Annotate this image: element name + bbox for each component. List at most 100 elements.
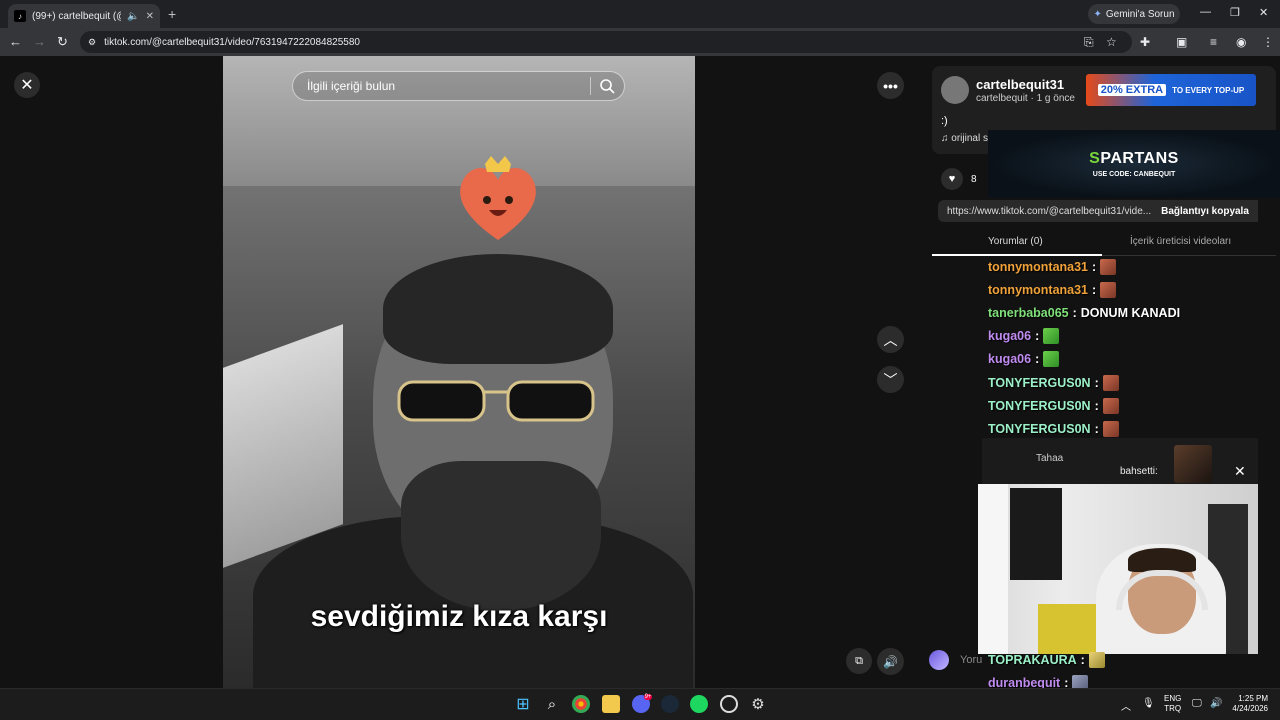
ad-code-label: USE CODE: CANBEQUIT bbox=[1092, 171, 1176, 178]
mention-notification[interactable] bbox=[982, 438, 1258, 484]
video-subtitle: sevdiğimiz kıza karşı bbox=[310, 600, 608, 633]
chrome-icon[interactable] bbox=[572, 695, 590, 713]
discord-icon[interactable]: 9+ bbox=[632, 694, 653, 713]
chat-username[interactable]: tanerbaba065 bbox=[988, 306, 1069, 320]
lang-top: ENG bbox=[1164, 694, 1182, 703]
network-icon[interactable]: 🖵 bbox=[1192, 698, 1202, 709]
ad-extra-label: 20% EXTRA bbox=[1097, 84, 1167, 96]
tab-creator-videos[interactable]: İçerik üreticisi videoları bbox=[1130, 236, 1231, 247]
site-info-icon[interactable]: ⚙ bbox=[88, 37, 96, 48]
clock[interactable]: 1:25 PM 4/24/2026 bbox=[1228, 694, 1268, 714]
chat-username[interactable]: tonnymontana31 bbox=[988, 260, 1088, 274]
chevron-up-icon: ︿ bbox=[883, 331, 898, 348]
chat-username[interactable]: kuga06 bbox=[988, 329, 1031, 343]
video-link-text: https://www.tiktok.com/@cartelbequit31/v… bbox=[947, 205, 1152, 217]
search-icon[interactable] bbox=[599, 78, 615, 94]
clock-date: 4/24/2026 bbox=[1232, 704, 1268, 713]
heart-icon[interactable]: ♥ bbox=[941, 168, 963, 190]
nickname-meta: cartelbequit · 1 g önce bbox=[976, 93, 1075, 104]
new-tab-button[interactable]: + bbox=[168, 6, 176, 22]
search-taskbar-icon[interactable]: ⌕ bbox=[543, 695, 561, 713]
chat-emote-icon bbox=[1102, 420, 1119, 437]
notification-close-icon[interactable]: ✕ bbox=[1234, 463, 1246, 480]
ellipsis-icon: ••• bbox=[883, 77, 898, 94]
search-divider bbox=[590, 77, 591, 95]
next-video-button[interactable]: ﹀ bbox=[877, 366, 904, 393]
url-field[interactable]: ⚙ tiktok.com/@cartelbequit31/video/76319… bbox=[80, 31, 1132, 53]
volume-icon: 🔊 bbox=[883, 654, 898, 669]
related-search-input[interactable]: İlgili içeriği bulun bbox=[292, 71, 625, 101]
bookmark-star-icon[interactable]: ☆ bbox=[1106, 35, 1117, 49]
chat-emote-icon bbox=[1102, 397, 1119, 414]
steam-icon[interactable] bbox=[661, 695, 679, 713]
close-window-icon[interactable]: ✕ bbox=[1259, 6, 1268, 19]
speaker-tray-icon[interactable]: 🔊 bbox=[1210, 698, 1222, 709]
url-text: tiktok.com/@cartelbequit31/video/7631947… bbox=[104, 36, 360, 48]
gemini-label: Gemini'a Sorun bbox=[1105, 8, 1175, 20]
like-row: ♥ 8 bbox=[941, 168, 977, 190]
chat-separator: : bbox=[1035, 329, 1040, 344]
close-video-button[interactable]: ✕ bbox=[14, 72, 40, 98]
forward-icon[interactable]: → bbox=[33, 34, 46, 49]
more-options-button[interactable]: ••• bbox=[877, 72, 904, 99]
settings-icon[interactable]: ⚙ bbox=[749, 695, 767, 713]
minimize-icon[interactable]: — bbox=[1200, 6, 1211, 18]
notification-name: Tahaa bbox=[1036, 453, 1064, 464]
tray-chevron-icon[interactable]: ︿ bbox=[1121, 698, 1131, 713]
gemini-button[interactable]: ✦ Gemini'a Sorun bbox=[1088, 4, 1180, 24]
like-count: 8 bbox=[971, 173, 977, 185]
file-explorer-icon[interactable] bbox=[602, 695, 620, 713]
music-link[interactable]: ♫ orijinal s bbox=[941, 133, 988, 144]
browser-tab[interactable]: ♪ (99+) cartelbequit (@cartelb 🔈 ✕ bbox=[8, 4, 160, 28]
lang-bottom: TRQ bbox=[1164, 704, 1182, 713]
menu-dots-icon[interactable]: ⋮ bbox=[1262, 35, 1274, 49]
close-icon: ✕ bbox=[20, 77, 34, 94]
install-app-icon[interactable]: ⎘ bbox=[1084, 35, 1094, 50]
chat-emote-icon bbox=[1102, 374, 1119, 391]
windows-start-icon[interactable]: ⊞ bbox=[514, 695, 532, 713]
volume-button[interactable]: 🔊 bbox=[877, 648, 904, 675]
close-tab-icon[interactable]: ✕ bbox=[146, 11, 154, 22]
tab-comments[interactable]: Yorumlar (0) bbox=[988, 236, 1043, 247]
speaker-icon[interactable]: 🔈 bbox=[127, 11, 139, 22]
profile-icon[interactable]: ◉ bbox=[1236, 35, 1246, 49]
extensions-icon[interactable]: ✚ bbox=[1140, 35, 1150, 49]
webcam-window bbox=[978, 484, 1008, 654]
previous-video-button[interactable]: ︿ bbox=[877, 326, 904, 353]
reading-list-icon[interactable]: ≡ bbox=[1210, 35, 1217, 49]
spotify-icon[interactable] bbox=[690, 695, 708, 713]
pip-button[interactable]: ⧉ bbox=[846, 648, 872, 674]
comment-input[interactable]: Yoru bbox=[960, 654, 982, 666]
language-indicator[interactable]: ENG TRQ bbox=[1164, 694, 1181, 714]
chat-emote-icon bbox=[1043, 351, 1060, 368]
reload-icon[interactable]: ↻ bbox=[57, 34, 68, 50]
chat-username[interactable]: TONYFERGUS0N bbox=[988, 422, 1091, 436]
app-icon[interactable] bbox=[720, 695, 738, 713]
discord-badge: 9+ bbox=[643, 694, 653, 700]
chat-separator: : bbox=[1092, 282, 1097, 297]
spartans-ad-banner: SPARTANS USE CODE: CANBEQUIT bbox=[988, 130, 1280, 198]
username[interactable]: cartelbequit31 bbox=[976, 77, 1064, 92]
ad-topup-label: TO EVERY TOP-UP bbox=[1172, 85, 1245, 95]
chat-message: DONUM KANADI bbox=[1080, 305, 1181, 320]
chat-username[interactable]: kuga06 bbox=[988, 352, 1031, 366]
notification-thumbnail bbox=[1174, 445, 1212, 483]
tiktok-icon: ♪ bbox=[14, 10, 26, 22]
chat-username[interactable]: TOPRAKAURA bbox=[988, 653, 1077, 667]
chat-line: TONYFERGUS0N: bbox=[988, 394, 1248, 417]
avatar[interactable] bbox=[941, 76, 969, 104]
chat-line: tanerbaba065: DONUM KANADI bbox=[988, 301, 1248, 324]
heart-filter-image bbox=[460, 156, 536, 240]
chat-username[interactable]: tonnymontana31 bbox=[988, 283, 1088, 297]
notification-text: bahsetti: bbox=[1120, 466, 1158, 477]
maximize-icon[interactable]: ❐ bbox=[1230, 6, 1240, 19]
back-icon[interactable]: ← bbox=[9, 34, 22, 49]
microphone-icon[interactable]: 🎙 bbox=[1142, 698, 1155, 709]
chat-line: kuga06: bbox=[988, 325, 1248, 348]
video-player[interactable] bbox=[223, 56, 695, 688]
tab-title: (99+) cartelbequit (@cartelb bbox=[32, 10, 121, 22]
chat-username[interactable]: TONYFERGUS0N bbox=[988, 376, 1091, 390]
chat-username[interactable]: TONYFERGUS0N bbox=[988, 399, 1091, 413]
copy-link-button[interactable]: Bağlantıyı kopyala bbox=[1152, 200, 1258, 222]
split-view-icon[interactable]: ▣ bbox=[1176, 35, 1187, 49]
